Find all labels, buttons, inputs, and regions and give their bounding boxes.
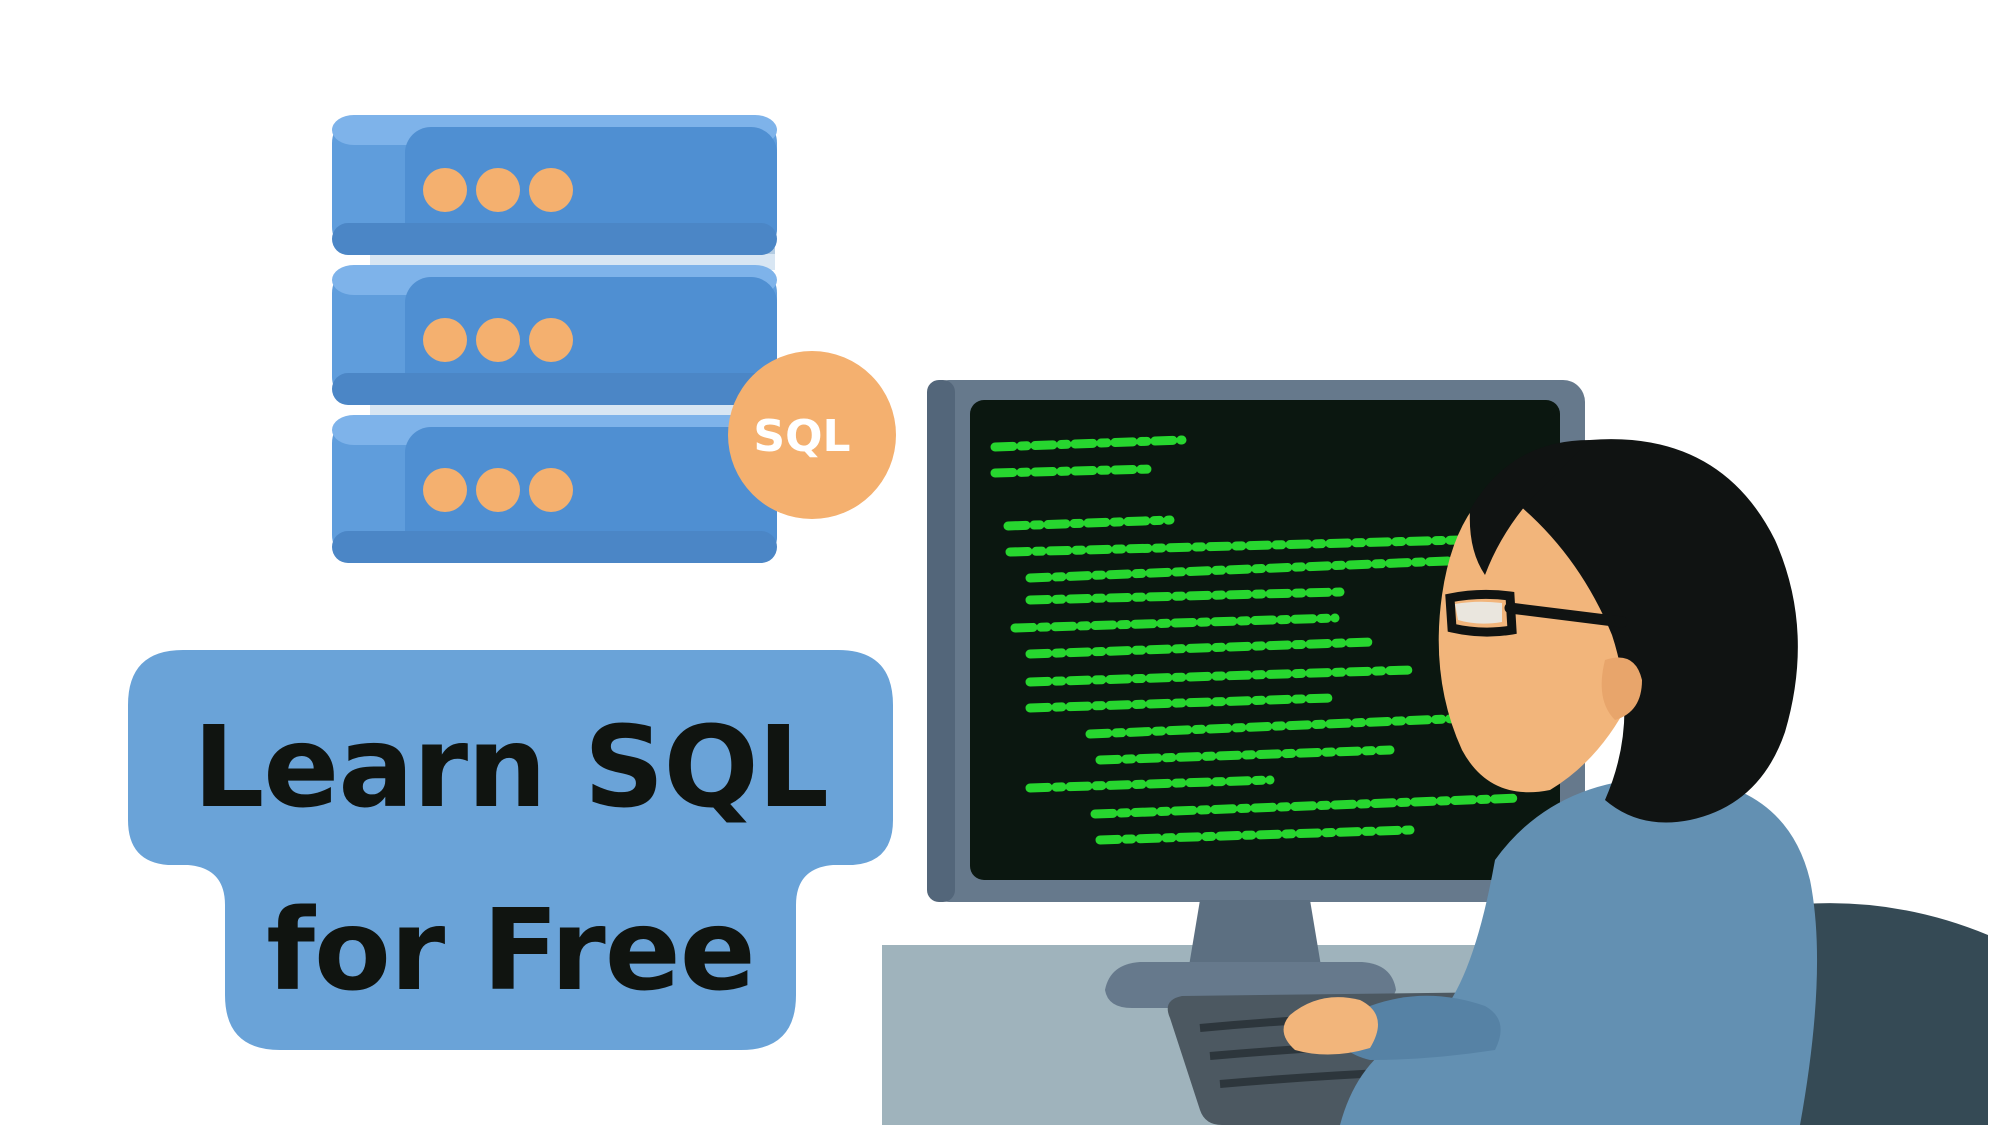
server-unit-3 xyxy=(332,415,777,563)
stage: SQL Learn SQL for Free xyxy=(0,0,1999,1125)
server-unit-1 xyxy=(332,115,777,255)
server-light xyxy=(529,318,573,362)
title-line-1: Learn SQL xyxy=(192,703,829,833)
server-light xyxy=(476,318,520,362)
server-light xyxy=(476,468,520,512)
title-line-2: for Free xyxy=(266,886,755,1016)
server-light xyxy=(423,318,467,362)
server-light xyxy=(476,168,520,212)
database-server-icon: SQL xyxy=(332,115,896,563)
sql-badge-label: SQL xyxy=(753,411,850,462)
server-light xyxy=(529,168,573,212)
server-light xyxy=(529,468,573,512)
programmer-at-computer-illustration xyxy=(882,380,1988,1125)
server-unit-2 xyxy=(332,265,777,405)
server-light xyxy=(423,468,467,512)
server-light xyxy=(423,168,467,212)
